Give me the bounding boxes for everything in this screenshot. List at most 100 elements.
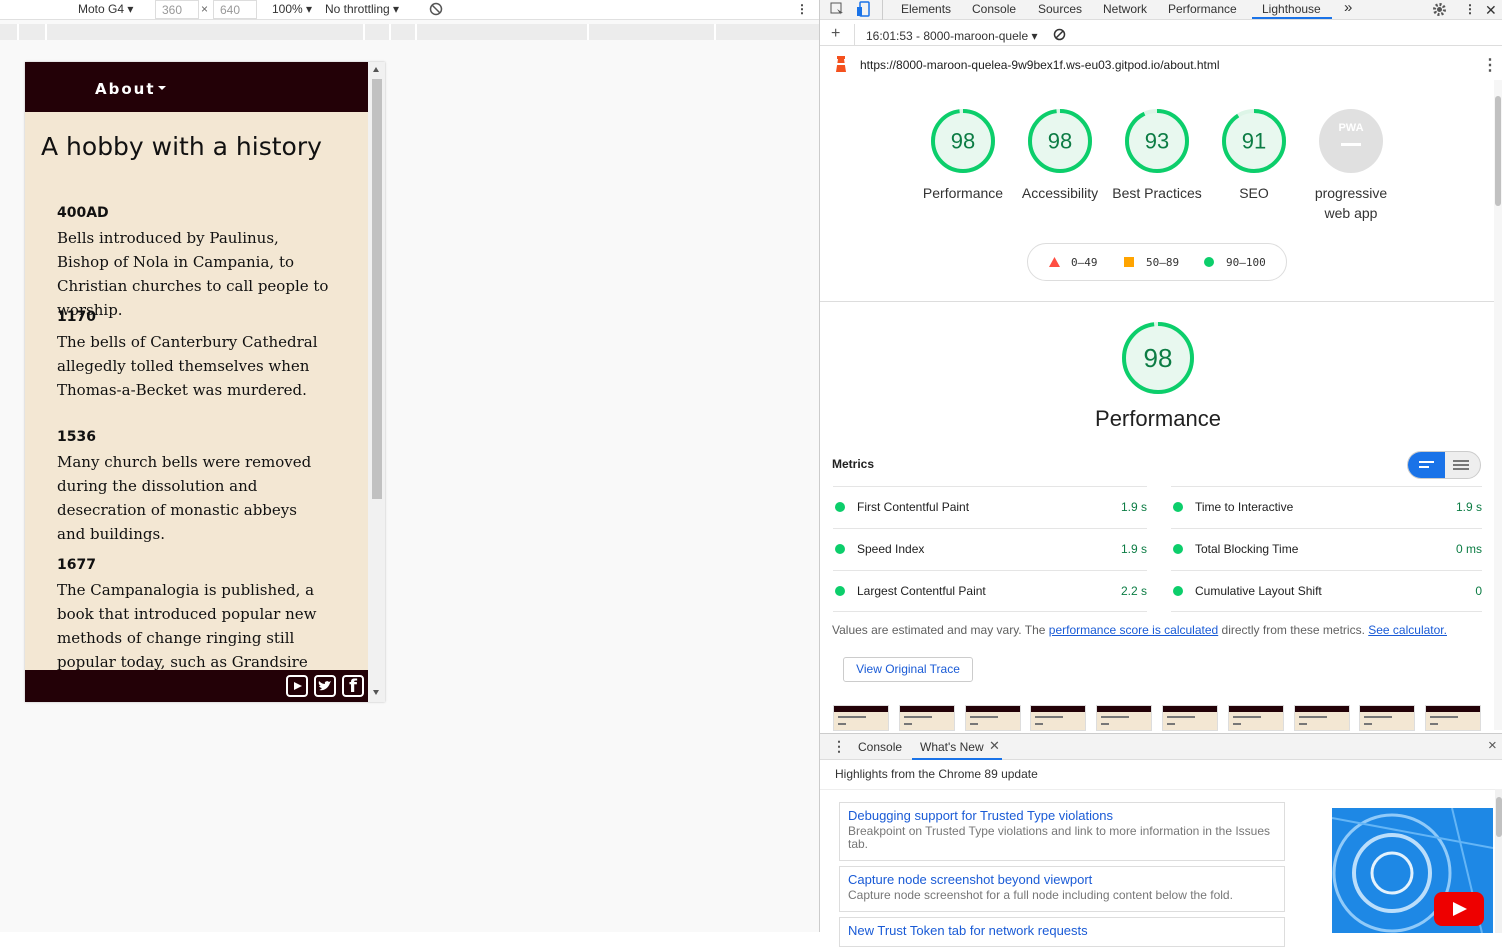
device-scrollbar[interactable]: [368, 62, 385, 702]
drawer-tab-whats-new[interactable]: What's New: [920, 740, 984, 754]
ruler-segment[interactable]: [716, 24, 819, 40]
device-toggle-icon[interactable]: [856, 1, 870, 17]
tab-console[interactable]: Console: [972, 2, 1016, 16]
section-divider: [820, 301, 1502, 302]
drawer-tab-console[interactable]: Console: [858, 740, 902, 754]
drawer-tabbar: ⋮ Console What's New ✕ ×: [820, 734, 1502, 760]
media-query-ruler[interactable]: [0, 24, 819, 40]
drawer-scrollbar[interactable]: [1495, 789, 1502, 933]
whats-new-card[interactable]: Capture node screenshot beyond viewport …: [839, 866, 1285, 912]
device-emulation-area: Moto G4 ▾ 360 × 640 100% ▾ No throttling…: [0, 0, 819, 932]
tab-sources[interactable]: Sources: [1038, 2, 1082, 16]
metrics-view-toggle[interactable]: [1407, 451, 1481, 479]
device-select[interactable]: Moto G4 ▾: [78, 2, 133, 16]
ruler-segment[interactable]: [47, 24, 365, 40]
view-original-trace-button[interactable]: View Original Trace: [843, 657, 973, 682]
whats-new-video-thumbnail[interactable]: [1332, 808, 1493, 933]
ruler-segment[interactable]: [0, 24, 19, 40]
tab-performance[interactable]: Performance: [1168, 2, 1237, 16]
metric-value: 1.9 s: [1120, 500, 1147, 514]
report-url[interactable]: https://8000-maroon-quelea-9w9bex1f.ws-e…: [860, 58, 1220, 72]
tab-lighthouse[interactable]: Lighthouse: [1262, 2, 1321, 16]
whats-new-title[interactable]: Debugging support for Trusted Type viola…: [848, 808, 1276, 823]
more-tabs-icon[interactable]: »: [1344, 0, 1352, 16]
nav-about-dropdown[interactable]: About: [95, 80, 156, 98]
whats-new-heading: Highlights from the Chrome 89 update: [835, 767, 1038, 781]
rotate-icon[interactable]: [429, 2, 443, 16]
facebook-icon[interactable]: f: [342, 675, 364, 697]
whats-new-desc: Capture node screenshot for a full node …: [848, 888, 1233, 902]
youtube-icon[interactable]: [286, 675, 308, 697]
ruler-segment[interactable]: [417, 24, 589, 40]
gauge-label-pwa: progressive web app: [1314, 185, 1388, 221]
site-footer: f: [25, 670, 368, 702]
metric-name: Total Blocking Time: [1195, 542, 1299, 556]
ruler-segment[interactable]: [391, 24, 417, 40]
ruler-segment[interactable]: [365, 24, 391, 40]
scroll-down-icon[interactable]: [373, 690, 379, 695]
history-year: 1536: [57, 429, 96, 445]
drawer-menu-icon[interactable]: ⋮: [832, 738, 846, 755]
toggle-compact-view[interactable]: [1408, 452, 1445, 478]
scrollbar-thumb[interactable]: [1495, 96, 1501, 206]
metrics-note: Values are estimated and may vary. The p…: [832, 623, 1447, 637]
scroll-up-icon[interactable]: [373, 67, 379, 72]
metric-name: Time to Interactive: [1195, 500, 1294, 514]
report-scrollbar[interactable]: [1494, 80, 1502, 730]
whats-new-title[interactable]: Capture node screenshot beyond viewport: [848, 872, 1276, 887]
ruler-segment[interactable]: [19, 24, 47, 40]
youtube-play-icon[interactable]: [1434, 892, 1484, 926]
metric-value: 2.2 s: [1120, 584, 1147, 598]
close-devtools-icon[interactable]: ✕: [1485, 2, 1497, 19]
inspect-element-icon[interactable]: [830, 2, 844, 16]
metric-value: 1.9 s: [1120, 542, 1147, 556]
close-drawer-icon[interactable]: ×: [1488, 737, 1497, 754]
throttling-select[interactable]: No throttling ▾: [325, 2, 399, 16]
gauge-label-performance: Performance: [922, 185, 1004, 201]
metric-time-to-interactive: Time to Interactive 1.9 s: [1171, 486, 1482, 528]
legend-fail: 0–49: [1071, 256, 1098, 269]
height-input[interactable]: 640: [213, 0, 257, 19]
twitter-icon[interactable]: [314, 675, 336, 697]
metric-value: 0 ms: [1455, 542, 1482, 556]
filmstrip-frame: [833, 705, 889, 731]
report-menu-icon[interactable]: ⋮: [1482, 55, 1498, 75]
zoom-label: 100%: [272, 2, 303, 16]
device-select-label: Moto G4: [78, 2, 125, 16]
scrollbar-thumb[interactable]: [372, 79, 382, 499]
metric-pass-icon: [835, 586, 845, 596]
list-line-icon: [1453, 460, 1469, 462]
whats-new-card[interactable]: New Trust Token tab for network requests: [839, 917, 1285, 947]
dimension-separator: ×: [201, 2, 209, 16]
gauge-label-accessibility: Accessibility: [1021, 185, 1099, 201]
metric-value: 0: [1475, 584, 1482, 598]
score-calculation-link[interactable]: performance score is calculated: [1049, 623, 1218, 637]
device-viewport: About A hobby with a history 400AD Bells…: [25, 62, 385, 702]
tab-network[interactable]: Network: [1103, 2, 1147, 16]
gauge-1-score: 98: [1048, 129, 1072, 154]
width-input[interactable]: 360: [155, 0, 199, 19]
metric-pass-icon: [835, 544, 845, 554]
clear-reports-icon[interactable]: [1053, 28, 1066, 41]
metric-value: 1.9 s: [1455, 500, 1482, 514]
zoom-select[interactable]: 100% ▾: [272, 2, 312, 16]
tab-elements[interactable]: Elements: [901, 2, 951, 16]
report-select[interactable]: 16:01:53 - 8000-maroon-quele ▾: [866, 29, 1037, 43]
ruler-segment[interactable]: [589, 24, 716, 40]
close-tab-icon[interactable]: ✕: [989, 738, 1000, 754]
more-options-icon[interactable]: ⋮: [796, 2, 808, 16]
scrollbar-thumb[interactable]: [1496, 797, 1502, 837]
gauge-label-seo: SEO: [1239, 185, 1269, 201]
list-line-icon: [1453, 468, 1469, 470]
performance-gauge-large: 98: [1122, 322, 1194, 394]
new-report-icon[interactable]: +: [831, 25, 840, 43]
whats-new-title[interactable]: New Trust Token tab for network requests: [848, 923, 1276, 938]
see-calculator-link[interactable]: See calculator.: [1368, 623, 1447, 637]
history-text: The bells of Canterbury Cathedral allege…: [57, 333, 318, 399]
devtools-menu-icon[interactable]: ⋮: [1464, 2, 1476, 16]
whats-new-card[interactable]: Debugging support for Trusted Type viola…: [839, 802, 1285, 861]
fail-triangle-icon: [1049, 257, 1060, 267]
bar-line-icon: [1419, 461, 1434, 463]
gear-icon[interactable]: [1432, 2, 1447, 17]
average-square-icon: [1124, 257, 1134, 267]
